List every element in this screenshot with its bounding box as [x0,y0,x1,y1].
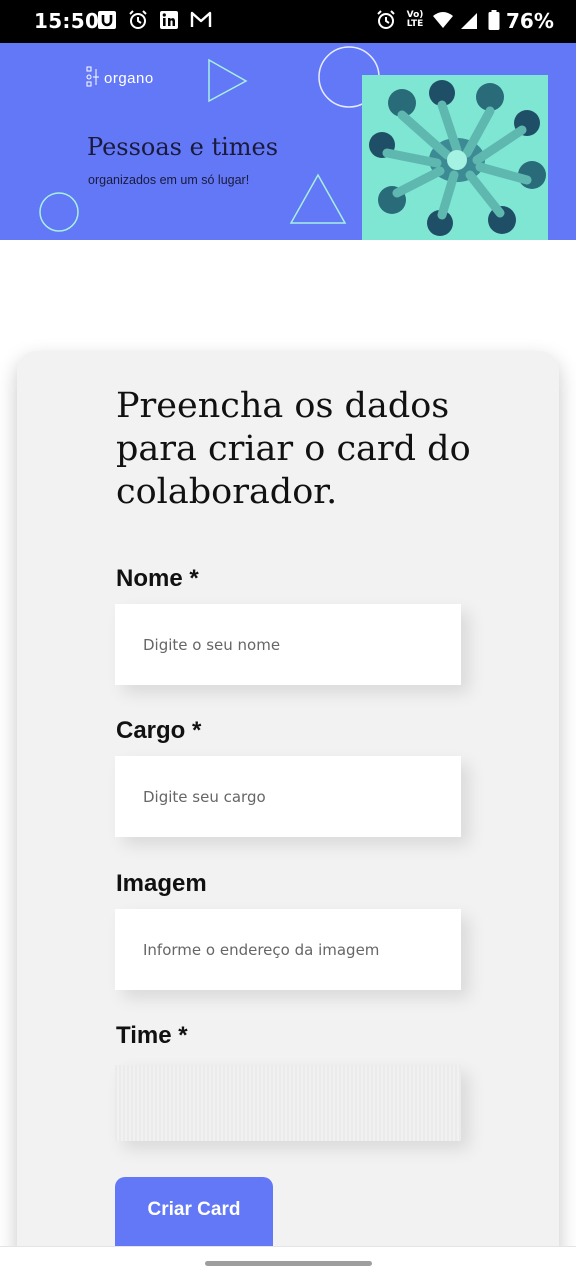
organo-logo-text: organo [104,70,154,87]
battery-icon [488,10,500,35]
banner-subtitle: organizados em um só lugar! [88,173,250,187]
status-bar: 15:50 Vo) LTE 76% [0,0,576,43]
status-time: 15:50 [34,9,100,33]
time-select[interactable] [115,1065,461,1141]
navigation-bar [0,1246,576,1280]
u-app-icon [97,10,117,35]
alarm-icon [128,10,148,35]
imagem-input[interactable] [115,909,461,990]
nome-input[interactable] [115,604,461,685]
imagem-label: Imagem [116,870,207,897]
criar-card-button[interactable]: Criar Card [115,1177,273,1257]
battery-percent: 76% [506,9,554,33]
nome-label: Nome * [116,565,199,592]
form-heading: Preencha os dados para criar o card do c… [116,386,471,512]
wifi-icon [432,10,454,35]
team-photo [362,75,548,240]
collaborator-form: Preencha os dados para criar o card do c… [17,351,559,1280]
time-label: Time * [116,1022,188,1049]
volte-icon: Vo) LTE [406,10,424,29]
banner-title: Pessoas e times [87,133,279,161]
cargo-input[interactable] [115,756,461,837]
alarm-icon [376,10,396,35]
cargo-label: Cargo * [116,717,202,744]
hero-banner: organo Pessoas e times organizados em um… [0,43,576,240]
linkedin-icon [159,10,179,35]
signal-icon [459,10,479,35]
gmail-icon [190,10,212,35]
home-gesture-handle[interactable] [205,1261,372,1266]
organo-logo-icon [86,66,99,87]
